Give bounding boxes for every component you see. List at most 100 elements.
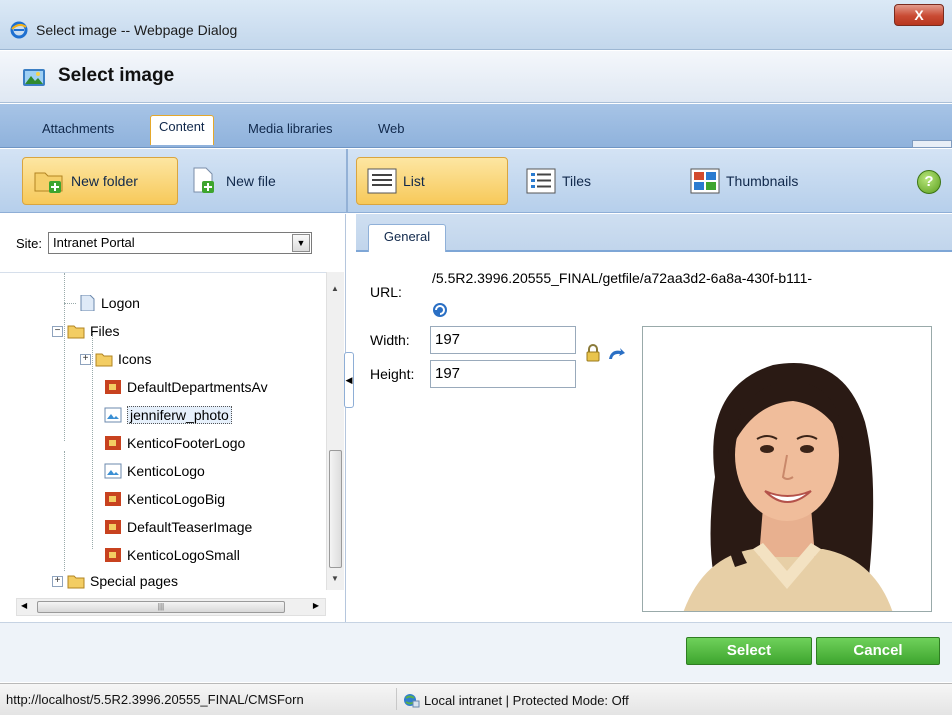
scroll-right-icon[interactable]: ▶ [313,601,319,610]
tree-item-kenticologo[interactable]: KenticoLogo [104,459,205,483]
list-icon [367,168,397,194]
image-preview [642,326,932,612]
tiles-view-button[interactable]: Tiles [526,157,656,205]
scroll-down-icon[interactable]: ▼ [331,574,339,583]
status-url: http://localhost/5.5R2.3996.20555_FINAL/… [6,692,304,707]
tree-item-label: Logon [101,295,140,311]
properties-panel: General URL: /5.5R2.3996.20555_FINAL/get… [356,214,952,622]
dialog-header: Select image [0,51,952,103]
tab-general[interactable]: General [368,224,446,252]
status-bar: http://localhost/5.5R2.3996.20555_FINAL/… [0,683,952,715]
site-selector: Site: Intranet Portal ▼ [16,232,313,254]
list-label: List [403,173,425,189]
expand-toggle-icon[interactable]: + [52,575,63,587]
cancel-button[interactable]: Cancel [816,637,940,665]
tree-item-label: Icons [118,351,152,367]
portrait-photo [643,327,931,611]
new-file-button[interactable]: New file [190,157,310,205]
url-value[interactable]: /5.5R2.3996.20555_FINAL/getfile/a72aa3d2… [432,270,944,286]
intranet-globe-icon [404,694,420,708]
tree-item-label: DefaultDepartmentsAv [127,379,268,395]
chevron-down-icon[interactable]: ▼ [292,234,311,252]
tree-item-kenticologobig[interactable]: KenticoLogoBig [104,487,225,511]
tree-item-defaultdepartmentsav[interactable]: DefaultDepartmentsAv [104,375,268,399]
help-icon[interactable]: ? [917,170,941,194]
width-input[interactable]: 197 [430,326,576,354]
new-folder-button[interactable]: New folder [22,157,178,205]
tree-item-icons[interactable]: + Icons [80,347,151,371]
tree-connector [64,303,76,304]
tree-item-label: KenticoLogoBig [127,491,226,507]
folder-icon [95,353,113,367]
tab-web[interactable]: Web [370,118,413,148]
tree-item-label: KenticoLogoSmall [127,547,240,563]
security-zone: Local intranet | Protected Mode: Off [402,692,629,708]
tiles-icon [526,168,556,194]
tree-item-label: jenniferw_photo [127,406,232,424]
collapse-toolbar-button[interactable] [912,140,952,148]
new-file-icon [193,167,214,193]
image-file-icon [105,548,121,562]
collapse-toggle-icon[interactable]: − [52,325,63,337]
folder-icon [67,575,85,589]
toolbar-separator [346,149,348,213]
scroll-up-icon[interactable]: ▲ [331,284,339,293]
lock-icon[interactable] [586,344,600,362]
thumbnails-label: Thumbnails [726,173,799,189]
new-folder-icon [34,172,63,193]
close-button[interactable]: X [894,4,944,26]
tree-item-logon[interactable]: Logon [78,291,140,315]
list-view-button[interactable]: List [356,157,508,205]
tree-item-special-pages[interactable]: + Special pages [52,569,178,590]
tree-item-jenniferw-photo[interactable]: jenniferw_photo [104,403,232,427]
image-file-icon [104,463,122,479]
site-dropdown-value: Intranet Portal [53,235,135,250]
select-button[interactable]: Select [686,637,812,665]
image-file-icon [105,492,121,506]
tree-connector [64,273,65,441]
content-tree: Logon − Files + Icons DefaultDepartments… [0,272,326,590]
panel-collapse-handle[interactable]: ◀ [344,352,354,408]
refresh-url-icon[interactable] [432,302,448,318]
image-file-icon [105,436,121,450]
tree-item-files[interactable]: − Files [52,319,120,343]
width-label: Width: [370,332,410,348]
tab-bar: Attachments Content Media libraries Web [0,104,952,148]
tree-connector [64,451,65,571]
tree-horizontal-scrollbar[interactable]: ◀ ||| ▶ [16,598,326,616]
tree-vertical-scrollbar[interactable]: ▲ ▼ [326,272,344,590]
expand-toggle-icon[interactable]: + [80,353,91,365]
tab-content[interactable]: Content [150,115,214,145]
thumbnails-view-button[interactable]: Thumbnails [690,157,850,205]
tree-item-label: Special pages [90,573,178,589]
window-titlebar: Select image -- Webpage Dialog X [0,0,952,50]
site-dropdown[interactable]: Intranet Portal ▼ [48,232,313,254]
new-folder-label: New folder [71,173,138,189]
tiles-label: Tiles [562,173,592,189]
scroll-thumb[interactable]: ||| [37,601,285,613]
height-label: Height: [370,366,415,382]
ie-icon [10,21,28,39]
file-tree-panel: Site: Intranet Portal ▼ Logon − Files + … [0,214,346,622]
image-file-icon [104,407,122,423]
image-file-icon [105,380,121,394]
status-separator [396,688,397,710]
reset-size-icon[interactable] [606,346,626,362]
tree-item-defaultteaserimage[interactable]: DefaultTeaserImage [104,515,252,539]
scroll-left-icon[interactable]: ◀ [21,601,27,610]
height-input[interactable]: 197 [430,360,576,388]
image-gallery-icon [23,69,45,86]
dialog-title: Select image [58,65,175,86]
tree-item-kenticofooterlogo[interactable]: KenticoFooterLogo [104,431,245,455]
security-zone-label: Local intranet | Protected Mode: Off [424,692,629,708]
folder-icon [67,325,85,339]
window-title: Select image -- Webpage Dialog [36,22,238,38]
page-icon [80,295,95,311]
tab-media-libraries[interactable]: Media libraries [240,118,341,148]
properties-tab-strip: General [356,214,952,252]
scroll-thumb[interactable] [329,450,342,568]
url-label: URL: [370,284,402,300]
toolbar: New folder New file List Tiles Thumbnail… [0,149,952,213]
tree-item-kenticologosmall[interactable]: KenticoLogoSmall [104,543,240,567]
tab-attachments[interactable]: Attachments [34,118,122,148]
